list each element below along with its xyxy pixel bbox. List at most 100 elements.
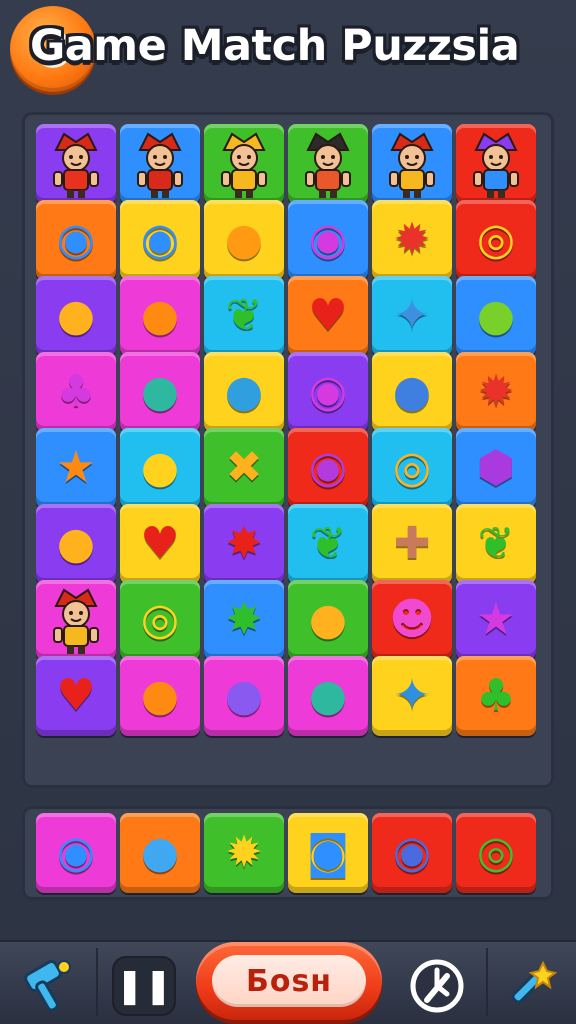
character-tile[interactable] bbox=[36, 124, 116, 204]
undo-button[interactable] bbox=[400, 956, 474, 1016]
character-tile[interactable] bbox=[456, 124, 536, 204]
gem-tile[interactable]: ● bbox=[120, 352, 200, 432]
header: Game Match Puzzsia bbox=[0, 0, 576, 96]
gem-tile[interactable]: ◉ bbox=[36, 813, 116, 893]
character-tile[interactable] bbox=[372, 124, 452, 204]
gem-tile[interactable]: ✖ bbox=[204, 428, 284, 508]
ring-icon: ◉ bbox=[308, 366, 348, 417]
magic-wand-button[interactable] bbox=[498, 956, 562, 1016]
gem-tile[interactable]: ◉ bbox=[36, 200, 116, 280]
gem-tile[interactable]: ✹ bbox=[204, 813, 284, 893]
boost-button[interactable]: Бosн bbox=[196, 942, 382, 1020]
ring-icon: ◉ bbox=[308, 214, 348, 265]
tile-tray: ◉ ● ✹ ◙ ◉ ◎ bbox=[22, 806, 554, 900]
ring-icon: ◉ bbox=[56, 214, 96, 265]
gem-tile[interactable]: ✹ bbox=[456, 352, 536, 432]
drop-icon: ● bbox=[476, 290, 516, 341]
character-icon bbox=[221, 132, 267, 198]
leaf-icon: ❦ bbox=[309, 518, 347, 569]
gem-tile[interactable]: ◎ bbox=[372, 428, 452, 508]
gem-tile[interactable]: ✦ bbox=[372, 276, 452, 356]
boost-button-face: Бosн bbox=[212, 955, 366, 1007]
character-tile[interactable] bbox=[36, 580, 116, 660]
gem-tile[interactable]: ◙ bbox=[288, 813, 368, 893]
gem-tile[interactable]: ☻ bbox=[372, 580, 452, 660]
gem-tile[interactable]: ★ bbox=[456, 580, 536, 660]
game-board: ◉ ◉ ● ◉ ✹ ◎ ● ● ❦ ♥ ✦ ● ♣ ● ● ◉ ● ✹ ★ ● ✖ ◉ ◎ ⬢ ● ♥ ✸ ❦ ✚ ❦ ◎ ✸ ● ☻ ★ ♥ ● ● ●… bbox=[22, 112, 554, 788]
pause-button[interactable]: ❚❚ bbox=[112, 956, 176, 1016]
ring-icon: ◎ bbox=[476, 214, 516, 265]
gem-tile[interactable]: ✸ bbox=[204, 504, 284, 584]
game-title: Game Match Puzzsia bbox=[30, 21, 520, 71]
gem-tile[interactable]: ✸ bbox=[204, 580, 284, 660]
gem-tile[interactable]: ◎ bbox=[120, 580, 200, 660]
gem-tile[interactable]: ♥ bbox=[36, 656, 116, 736]
gem-tile[interactable]: ◉ bbox=[120, 200, 200, 280]
planet-icon: ● bbox=[308, 670, 348, 721]
bell-icon: ● bbox=[56, 290, 96, 341]
hammer-button[interactable] bbox=[18, 956, 80, 1016]
leaf-icon: ♣ bbox=[476, 670, 516, 721]
gem-tile[interactable]: ● bbox=[288, 580, 368, 660]
gear-icon: ✹ bbox=[477, 366, 515, 417]
gem-tile[interactable]: ◎ bbox=[456, 200, 536, 280]
gem-tile[interactable]: ❦ bbox=[288, 504, 368, 584]
drop-icon: ● bbox=[140, 442, 180, 493]
character-icon bbox=[473, 132, 519, 198]
star-icon: ✸ bbox=[225, 518, 263, 569]
gem-tile[interactable]: ◉ bbox=[288, 200, 368, 280]
gear-icon: ✹ bbox=[393, 214, 431, 265]
gem-tile[interactable]: ● bbox=[120, 428, 200, 508]
gem-tile[interactable]: ❦ bbox=[456, 504, 536, 584]
mushroom-icon: ✚ bbox=[393, 518, 431, 569]
drop-icon: ● bbox=[308, 594, 348, 645]
gem-tile[interactable]: ◉ bbox=[288, 352, 368, 432]
gem-tile[interactable]: ◎ bbox=[456, 813, 536, 893]
gem-tile[interactable]: ● bbox=[204, 200, 284, 280]
ring-icon: ◉ bbox=[308, 442, 348, 493]
gem-tile[interactable]: ✹ bbox=[372, 200, 452, 280]
ring-icon: ◉ bbox=[56, 827, 96, 878]
gem-tile[interactable]: ● bbox=[120, 813, 200, 893]
cross-icon: ✖ bbox=[225, 442, 263, 493]
gem-tile[interactable]: ♣ bbox=[36, 352, 116, 432]
spiral-icon: ◎ bbox=[392, 442, 432, 493]
gem-tile[interactable]: ✚ bbox=[372, 504, 452, 584]
gem-tile[interactable]: ❦ bbox=[204, 276, 284, 356]
ring-icon: ◉ bbox=[392, 827, 432, 878]
gem-tile[interactable]: ✦ bbox=[372, 656, 452, 736]
shell-icon: ✦ bbox=[393, 290, 431, 341]
boost-button-label: Бosн bbox=[245, 963, 333, 999]
gem-tile[interactable]: ◉ bbox=[288, 428, 368, 508]
star-icon: ★ bbox=[56, 442, 96, 493]
gem-tile[interactable]: ● bbox=[120, 656, 200, 736]
gem-tile[interactable]: ● bbox=[120, 276, 200, 356]
gem-tile[interactable]: ◉ bbox=[372, 813, 452, 893]
ring-icon: ◎ bbox=[476, 827, 516, 878]
gem-tile[interactable]: ● bbox=[456, 276, 536, 356]
undo-icon bbox=[410, 959, 464, 1013]
character-icon bbox=[53, 588, 99, 654]
gem-tile[interactable]: ● bbox=[204, 352, 284, 432]
face-icon: ☻ bbox=[389, 594, 435, 645]
gem-tile[interactable]: ● bbox=[288, 656, 368, 736]
gem-tile[interactable]: ♥ bbox=[288, 276, 368, 356]
character-tile[interactable] bbox=[288, 124, 368, 204]
character-tile[interactable] bbox=[204, 124, 284, 204]
gem-tile[interactable]: ● bbox=[36, 504, 116, 584]
gem-tile[interactable]: ⬢ bbox=[456, 428, 536, 508]
gem-tile[interactable]: ♥ bbox=[120, 504, 200, 584]
star-icon: ★ bbox=[476, 594, 516, 645]
bell-icon: ● bbox=[140, 670, 180, 721]
gem-tile[interactable]: ★ bbox=[36, 428, 116, 508]
planet-icon: ● bbox=[224, 670, 264, 721]
gem-tile[interactable]: ● bbox=[36, 276, 116, 356]
fish-icon: ✦ bbox=[393, 670, 431, 721]
gem-tile[interactable]: ● bbox=[372, 352, 452, 432]
planet-icon: ● bbox=[392, 366, 432, 417]
gem-tile[interactable]: ● bbox=[204, 656, 284, 736]
ring-icon: ◎ bbox=[140, 594, 180, 645]
hammer-icon bbox=[24, 960, 71, 1012]
gem-tile[interactable]: ♣ bbox=[456, 656, 536, 736]
character-tile[interactable] bbox=[120, 124, 200, 204]
